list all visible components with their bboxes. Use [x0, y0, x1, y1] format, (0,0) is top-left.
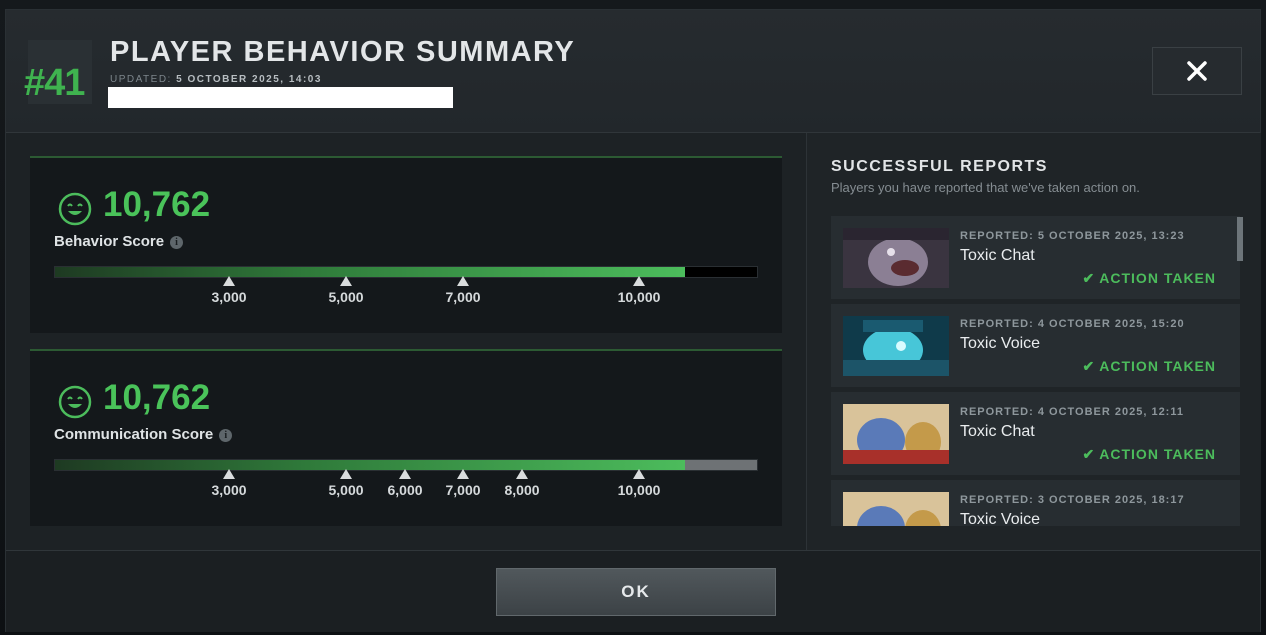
tick-marker: [457, 276, 469, 286]
checkmark-icon: ✔: [1082, 446, 1096, 462]
tick-label: 10,000: [617, 289, 661, 305]
report-type: Toxic Voice: [960, 335, 1041, 352]
tick-label: 3,000: [211, 289, 247, 305]
tick-marker: [223, 469, 235, 479]
close-button[interactable]: [1152, 47, 1242, 95]
info-icon[interactable]: i: [219, 429, 233, 442]
tick-label: 8,000: [504, 482, 540, 498]
tick-marker: [516, 469, 528, 479]
communication-score-bar-fill: [55, 460, 685, 470]
behavior-score-card: 10,762 Behavior Score i 3,000 5,000 7,000…: [30, 156, 782, 333]
tick-marker: [223, 276, 235, 286]
tick-label: 10,000: [617, 482, 661, 498]
list-item[interactable]: REPORTED: 5 OCTOBER 2025, 13:23 Toxic Ch…: [831, 216, 1240, 299]
updated-value: 5 OCTOBER 2025, 14:03: [176, 74, 322, 85]
tick-label: 3,000: [211, 482, 247, 498]
report-type: Toxic Chat: [960, 247, 1035, 264]
updated-timestamp: UPDATED: 5 OCTOBER 2025, 14:03: [110, 74, 322, 85]
status-text: ACTION TAKEN: [1099, 270, 1216, 286]
hero-portrait: [843, 316, 949, 376]
reports-list[interactable]: REPORTED: 5 OCTOBER 2025, 13:23 Toxic Ch…: [831, 216, 1244, 526]
close-icon: [1187, 61, 1207, 81]
behavior-score-label: Behavior Score i: [54, 233, 184, 250]
info-icon[interactable]: i: [170, 236, 184, 249]
communication-score-label-text: Communication Score: [54, 426, 214, 443]
list-item[interactable]: REPORTED: 4 OCTOBER 2025, 12:11 Toxic Ch…: [831, 392, 1240, 475]
tick-label: 5,000: [328, 482, 364, 498]
dialog-footer: OK: [6, 550, 1260, 632]
report-date: REPORTED: 4 OCTOBER 2025, 15:20: [960, 318, 1185, 330]
tick-label: 6,000: [387, 482, 423, 498]
behavior-score-label-text: Behavior Score: [54, 233, 165, 250]
checkmark-icon: ✔: [1082, 270, 1096, 286]
scrollbar-thumb[interactable]: [1237, 217, 1243, 261]
report-type: Toxic Chat: [960, 423, 1035, 440]
tick-marker: [457, 469, 469, 479]
hero-portrait: [843, 228, 949, 288]
tick-label: 5,000: [328, 289, 364, 305]
report-date: REPORTED: 4 OCTOBER 2025, 12:11: [960, 406, 1184, 418]
page-title: PLAYER BEHAVIOR SUMMARY: [110, 36, 576, 68]
checkmark-icon: ✔: [1082, 358, 1096, 374]
ok-button[interactable]: OK: [496, 568, 776, 616]
tick-label: 7,000: [445, 482, 481, 498]
smiley-icon: [58, 192, 92, 226]
tick-label: 7,000: [445, 289, 481, 305]
report-date: REPORTED: 3 OCTOBER 2025, 18:17: [960, 494, 1185, 506]
tick-marker: [633, 276, 645, 286]
report-type: Toxic Voice: [960, 511, 1041, 526]
status-text: ACTION TAKEN: [1099, 358, 1216, 374]
hero-portrait: [843, 492, 949, 526]
dialog-header: #41 PLAYER BEHAVIOR SUMMARY UPDATED: 5 O…: [6, 10, 1260, 133]
communication-score-card: 10,762 Communication Score i 3,000 5,000 …: [30, 349, 782, 526]
communication-score-label: Communication Score i: [54, 426, 233, 443]
hero-portrait: [843, 404, 949, 464]
list-item[interactable]: REPORTED: 3 OCTOBER 2025, 18:17 Toxic Vo…: [831, 480, 1240, 526]
list-item[interactable]: REPORTED: 4 OCTOBER 2025, 15:20 Toxic Vo…: [831, 304, 1240, 387]
rank-number: #41: [24, 62, 85, 104]
communication-score-value: 10,762: [103, 378, 211, 417]
tick-marker: [633, 469, 645, 479]
behavior-score-value: 10,762: [103, 185, 211, 224]
behavior-summary-dialog: #41 PLAYER BEHAVIOR SUMMARY UPDATED: 5 O…: [6, 10, 1261, 632]
scores-panel: 10,762 Behavior Score i 3,000 5,000 7,000…: [6, 133, 806, 550]
behavior-score-bar-fill: [55, 267, 685, 277]
reports-panel: SUCCESSFUL REPORTS Players you have repo…: [806, 133, 1261, 550]
redacted-field: [108, 87, 453, 108]
reports-title: SUCCESSFUL REPORTS: [831, 158, 1048, 175]
status-text: ACTION TAKEN: [1099, 446, 1216, 462]
status-badge: ✔ ACTION TAKEN: [1083, 446, 1216, 463]
report-date: REPORTED: 5 OCTOBER 2025, 13:23: [960, 230, 1185, 242]
tick-marker: [340, 276, 352, 286]
tick-marker: [399, 469, 411, 479]
behavior-score-bar: [54, 266, 758, 278]
status-badge: ✔ ACTION TAKEN: [1083, 358, 1216, 375]
status-badge: ✔ ACTION TAKEN: [1083, 270, 1216, 287]
smiley-icon: [58, 385, 92, 419]
updated-label: UPDATED:: [110, 74, 172, 85]
tick-marker: [340, 469, 352, 479]
reports-subtitle: Players you have reported that we've tak…: [831, 180, 1140, 195]
